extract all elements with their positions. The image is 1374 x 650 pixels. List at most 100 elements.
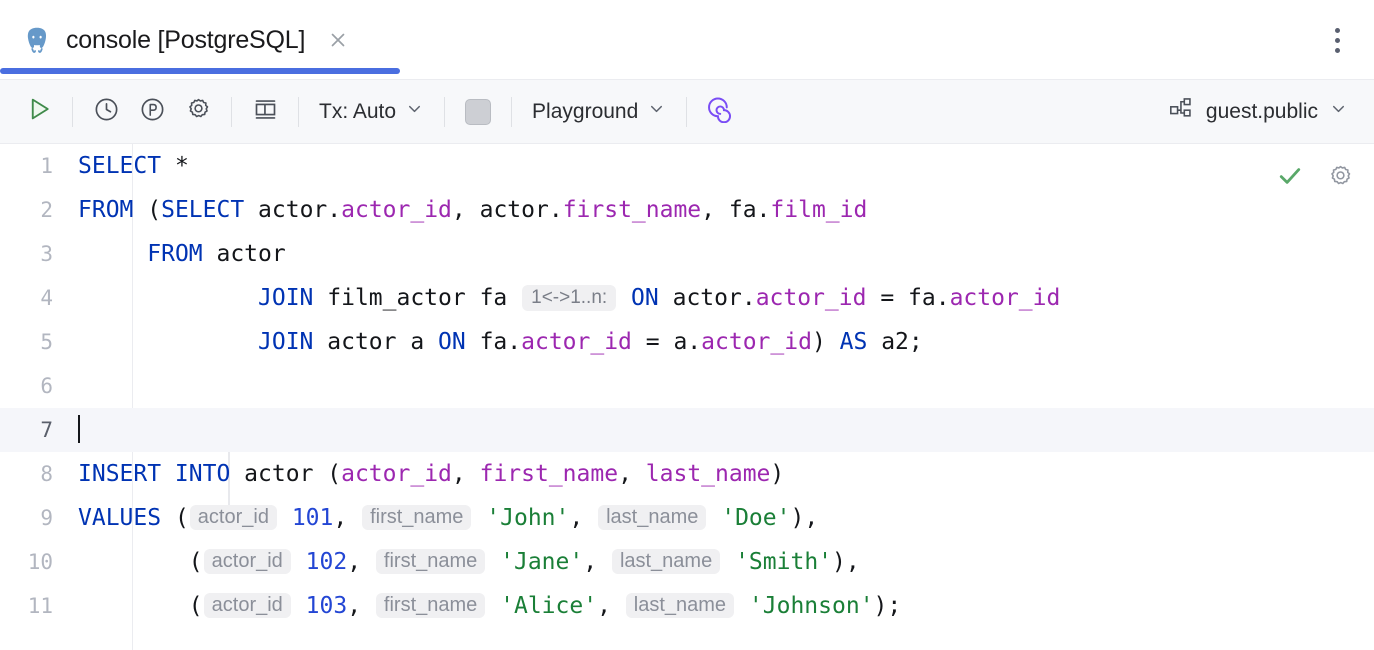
parameter-hint[interactable]: actor_id bbox=[189, 505, 277, 530]
sql-keyword: FROM bbox=[78, 197, 134, 223]
sql-column: last_name bbox=[645, 461, 771, 487]
sql-text: ( bbox=[161, 505, 189, 531]
line-content: FROM (SELECT actor.actor_id, actor.first… bbox=[72, 188, 1374, 232]
sql-keyword: SELECT bbox=[161, 197, 245, 223]
sql-text: , bbox=[583, 549, 611, 575]
editor-line[interactable]: 9 VALUES (actor_id 101, first_name 'John… bbox=[0, 496, 1374, 540]
settings-button[interactable] bbox=[175, 89, 221, 135]
sql-text: actor. bbox=[658, 285, 756, 311]
toolbar-separator bbox=[72, 96, 73, 127]
parameter-hint[interactable]: first_name bbox=[375, 549, 486, 574]
parameter-hint[interactable]: first_name bbox=[362, 505, 472, 530]
parameter-hint[interactable]: actor_id bbox=[203, 593, 291, 618]
transaction-mode-label: Tx: Auto bbox=[319, 99, 397, 123]
chevron-down-icon bbox=[405, 99, 424, 124]
session-dropdown[interactable]: Playground bbox=[522, 91, 676, 133]
sql-keyword: JOIN bbox=[258, 285, 314, 311]
sql-text: ) bbox=[811, 329, 840, 355]
sql-column: actor_id bbox=[701, 329, 812, 355]
editor-line[interactable]: 8 INSERT INTO actor (actor_id, first_nam… bbox=[0, 452, 1374, 496]
editor-line[interactable]: 6 bbox=[0, 364, 1374, 408]
sql-text: actor bbox=[202, 241, 286, 267]
sql-text: = a. bbox=[631, 329, 702, 355]
schema-selector[interactable]: guest.public bbox=[1160, 90, 1356, 134]
toolbar-separator bbox=[444, 96, 446, 127]
sql-number: 101 bbox=[291, 505, 334, 531]
line-content: VALUES (actor_id 101, first_name 'John',… bbox=[72, 496, 1374, 540]
history-button[interactable] bbox=[83, 89, 129, 135]
sql-text: ); bbox=[873, 593, 902, 619]
line-content: JOIN actor a ON fa.actor_id = a.actor_id… bbox=[72, 320, 1374, 364]
line-number: 2 bbox=[40, 198, 53, 222]
line-number: 9 bbox=[40, 506, 53, 530]
line-number: 11 bbox=[27, 594, 53, 618]
sql-string: 'Jane' bbox=[500, 549, 584, 575]
line-number: 3 bbox=[40, 242, 53, 266]
sql-number: 103 bbox=[305, 593, 348, 619]
ai-assistant-button[interactable] bbox=[697, 89, 743, 135]
parameter-hint[interactable]: last_name bbox=[598, 505, 707, 530]
editor-line[interactable]: 2 FROM (SELECT actor.actor_id, actor.fir… bbox=[0, 188, 1374, 232]
sql-keyword: ON bbox=[438, 329, 466, 355]
sql-text: ( bbox=[188, 549, 203, 575]
parameters-button[interactable] bbox=[129, 89, 175, 135]
tab-active-indicator bbox=[0, 68, 400, 74]
line-content bbox=[72, 408, 1374, 452]
sql-keyword: INSERT INTO bbox=[78, 461, 231, 487]
editor-tab-console[interactable]: console [PostgreSQL] bbox=[0, 4, 369, 76]
toolbar-separator bbox=[231, 96, 232, 127]
editor-line[interactable]: 3 FROM actor bbox=[0, 232, 1374, 276]
line-number: 10 bbox=[27, 550, 53, 574]
sql-string: 'Johnson' bbox=[748, 593, 874, 619]
output-layout-button[interactable] bbox=[242, 89, 288, 135]
parameter-hint[interactable]: last_name bbox=[625, 593, 735, 618]
sql-column: actor_id bbox=[949, 285, 1061, 311]
close-icon[interactable] bbox=[325, 27, 351, 53]
sql-editor[interactable]: 1 SELECT * 2 FROM (SELECT actor.actor_id… bbox=[0, 144, 1374, 650]
stop-button[interactable] bbox=[455, 89, 501, 135]
sql-text: ), bbox=[832, 549, 860, 575]
editor-line[interactable]: 11 (actor_id 103, first_name 'Alice', la… bbox=[0, 584, 1374, 628]
line-number: 1 bbox=[40, 154, 53, 178]
sql-column: actor_id bbox=[341, 197, 452, 223]
editor-line-current[interactable]: 7 bbox=[0, 408, 1374, 452]
p-circle-icon bbox=[139, 96, 166, 128]
editor-line[interactable]: 5 JOIN actor a ON fa.actor_id = a.actor_… bbox=[0, 320, 1374, 364]
sql-text: , actor. bbox=[451, 197, 563, 223]
sql-text: ( bbox=[188, 593, 203, 619]
editor-line[interactable]: 1 SELECT * bbox=[0, 144, 1374, 188]
play-icon bbox=[24, 94, 54, 129]
schema-label: guest.public bbox=[1205, 99, 1318, 123]
schema-tree-icon bbox=[1168, 95, 1195, 128]
line-content: SELECT * bbox=[72, 144, 1374, 188]
gear-icon bbox=[185, 96, 212, 128]
parameter-hint[interactable]: actor_id bbox=[203, 549, 291, 574]
editor-line[interactable]: 10 (actor_id 102, first_name 'Jane', las… bbox=[0, 540, 1374, 584]
sql-text: a2; bbox=[867, 329, 923, 355]
toolbar-separator bbox=[298, 96, 299, 127]
line-content: FROM actor bbox=[72, 232, 1374, 276]
toolbar-separator bbox=[686, 96, 688, 127]
sql-text: , bbox=[347, 549, 375, 575]
kebab-menu-icon[interactable] bbox=[1320, 23, 1354, 57]
run-button[interactable] bbox=[16, 89, 62, 135]
parameter-hint[interactable]: first_name bbox=[375, 593, 486, 618]
parameter-hint[interactable]: last_name bbox=[611, 549, 721, 574]
sql-string: 'Smith' bbox=[735, 549, 833, 575]
sql-string: 'Alice' bbox=[500, 593, 598, 619]
sql-text: , bbox=[597, 593, 625, 619]
sql-text: , fa. bbox=[701, 197, 771, 223]
sql-column: actor_id bbox=[341, 461, 452, 487]
transaction-mode-dropdown[interactable]: Tx: Auto bbox=[309, 91, 434, 133]
sql-column: actor_id bbox=[755, 285, 867, 311]
sql-keyword: SELECT bbox=[78, 153, 162, 179]
line-number: 6 bbox=[40, 374, 53, 398]
text-caret bbox=[78, 415, 80, 443]
editor-toolbar: Tx: Auto Playground guest.public bbox=[0, 80, 1374, 144]
join-cardinality-hint[interactable]: 1<->1..n: bbox=[522, 285, 617, 311]
line-content: JOIN film_actor fa 1<->1..n: ON actor.ac… bbox=[72, 276, 1374, 320]
editor-line[interactable]: 4 JOIN film_actor fa 1<->1..n: ON actor.… bbox=[0, 276, 1374, 320]
